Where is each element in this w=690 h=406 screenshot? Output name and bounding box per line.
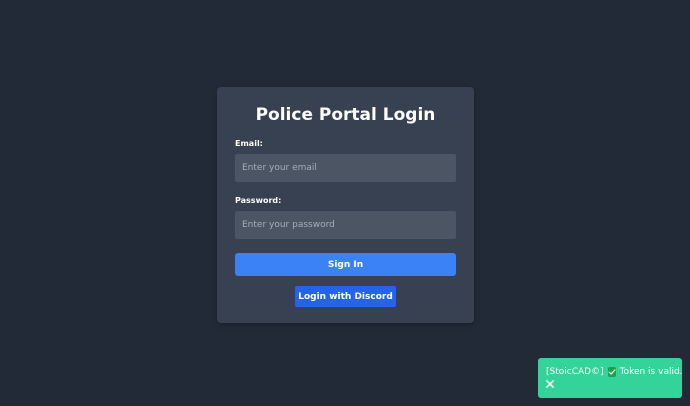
close-icon[interactable]: [546, 380, 556, 390]
email-label: Email:: [235, 139, 263, 148]
check-icon: [607, 367, 616, 377]
sign-in-button[interactable]: Sign In: [235, 253, 456, 276]
toast-source: [StoicCAD©]: [546, 367, 604, 377]
page-title: Police Portal Login: [255, 105, 436, 125]
password-field[interactable]: [235, 211, 456, 239]
login-card: Police Portal Login Email: Password: Sig…: [217, 87, 474, 323]
toast-message-line: [StoicCAD©] Token is valid.: [546, 366, 683, 378]
email-field[interactable]: [235, 154, 456, 182]
discord-login-button[interactable]: Login with Discord: [295, 286, 396, 307]
toast-notification: [StoicCAD©] Token is valid.: [538, 358, 683, 398]
login-page: Police Portal Login Email: Password: Sig…: [0, 0, 690, 406]
toast-message: Token is valid.: [619, 367, 683, 377]
password-label: Password:: [235, 196, 282, 205]
